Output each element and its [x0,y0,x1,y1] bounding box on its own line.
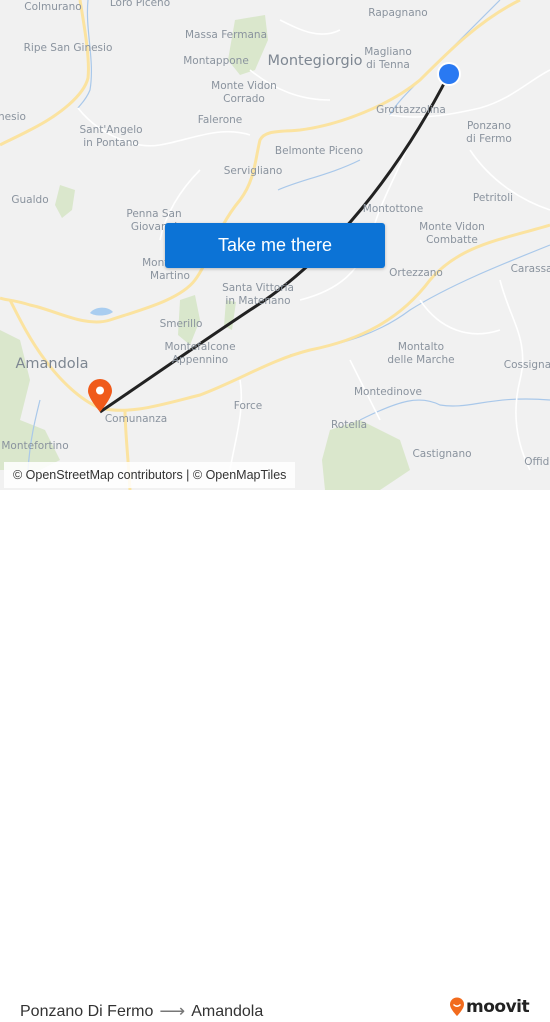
origin-dot-icon [439,64,459,84]
map-pin-icon [88,379,112,412]
place-label: Montottone [362,203,424,215]
place-label: Offida [524,456,550,468]
river [277,159,361,191]
place-label: Massa Fermana [184,29,268,41]
place-label: Falerone [197,114,243,126]
origin-name: Ponzano Di Fermo [20,1002,154,1020]
place-label: Montefortino [1,440,69,452]
place-label: Sant'Angelo in Pontano [79,124,143,149]
place-label: nesio [0,111,26,123]
place-label: Ripe San Ginesio [23,42,113,54]
route-title: Ponzano Di Fermo ⟶ Amandola [20,1001,263,1022]
place-label: Magliano di Tenna [364,46,412,71]
place-label: Ortezzano [389,267,443,279]
moovit-pin-icon [450,997,464,1016]
destination-marker[interactable] [86,378,114,414]
place-label: Montedinove [353,386,423,398]
map-attribution[interactable]: © OpenStreetMap contributors | © OpenMap… [4,462,296,488]
place-label: Santa Vittoria in Matenano [222,282,294,307]
place-label: Amandola [15,356,89,372]
moovit-logo[interactable]: moovit [449,997,530,1017]
place-label: Cossignano [503,359,550,371]
river [359,398,550,421]
place-label: Smerillo [159,318,203,330]
take-me-there-button[interactable]: Take me there [165,223,385,268]
place-label: Montegiorgio [267,53,363,69]
place-label: Montefalcone Appennino [164,341,236,366]
place-label: Monte Vidon Combatte [419,221,485,246]
destination-name: Amandola [191,1002,264,1020]
place-label: Rapagnano [368,7,428,19]
place-label: Belmonte Piceno [274,145,364,157]
moovit-logo-text: moovit [466,997,530,1017]
place-label: Colmurano [24,1,82,13]
place-label: Gualdo [11,194,49,206]
place-label: Montalto delle Marche [387,341,455,366]
place-label: Montappone [183,55,249,67]
place-label: Carassai [510,263,550,275]
lake [90,307,113,316]
place-label: Force [233,400,263,412]
place-label: Servigliano [223,165,283,177]
place-label: Loro Piceno [109,0,171,9]
footer-bar: Ponzano Di Fermo ⟶ Amandola moovit [0,490,550,1021]
map-view[interactable]: Colmurano Loro Piceno Rapagnano Massa Ferma… [0,0,550,490]
place-label: Castignano [412,448,472,460]
arrow-right-icon: ⟶ [159,1001,186,1021]
place-label: Comunanza [104,413,168,425]
place-label: Rotella [330,419,368,431]
place-label: Ponzano di Fermo [466,120,512,145]
origin-marker[interactable] [435,60,463,88]
forest-area [55,185,75,218]
place-label: Monte Vidon Corrado [211,80,277,105]
place-label: Petritoli [472,192,514,204]
place-label: Grottazzolina [376,104,446,116]
